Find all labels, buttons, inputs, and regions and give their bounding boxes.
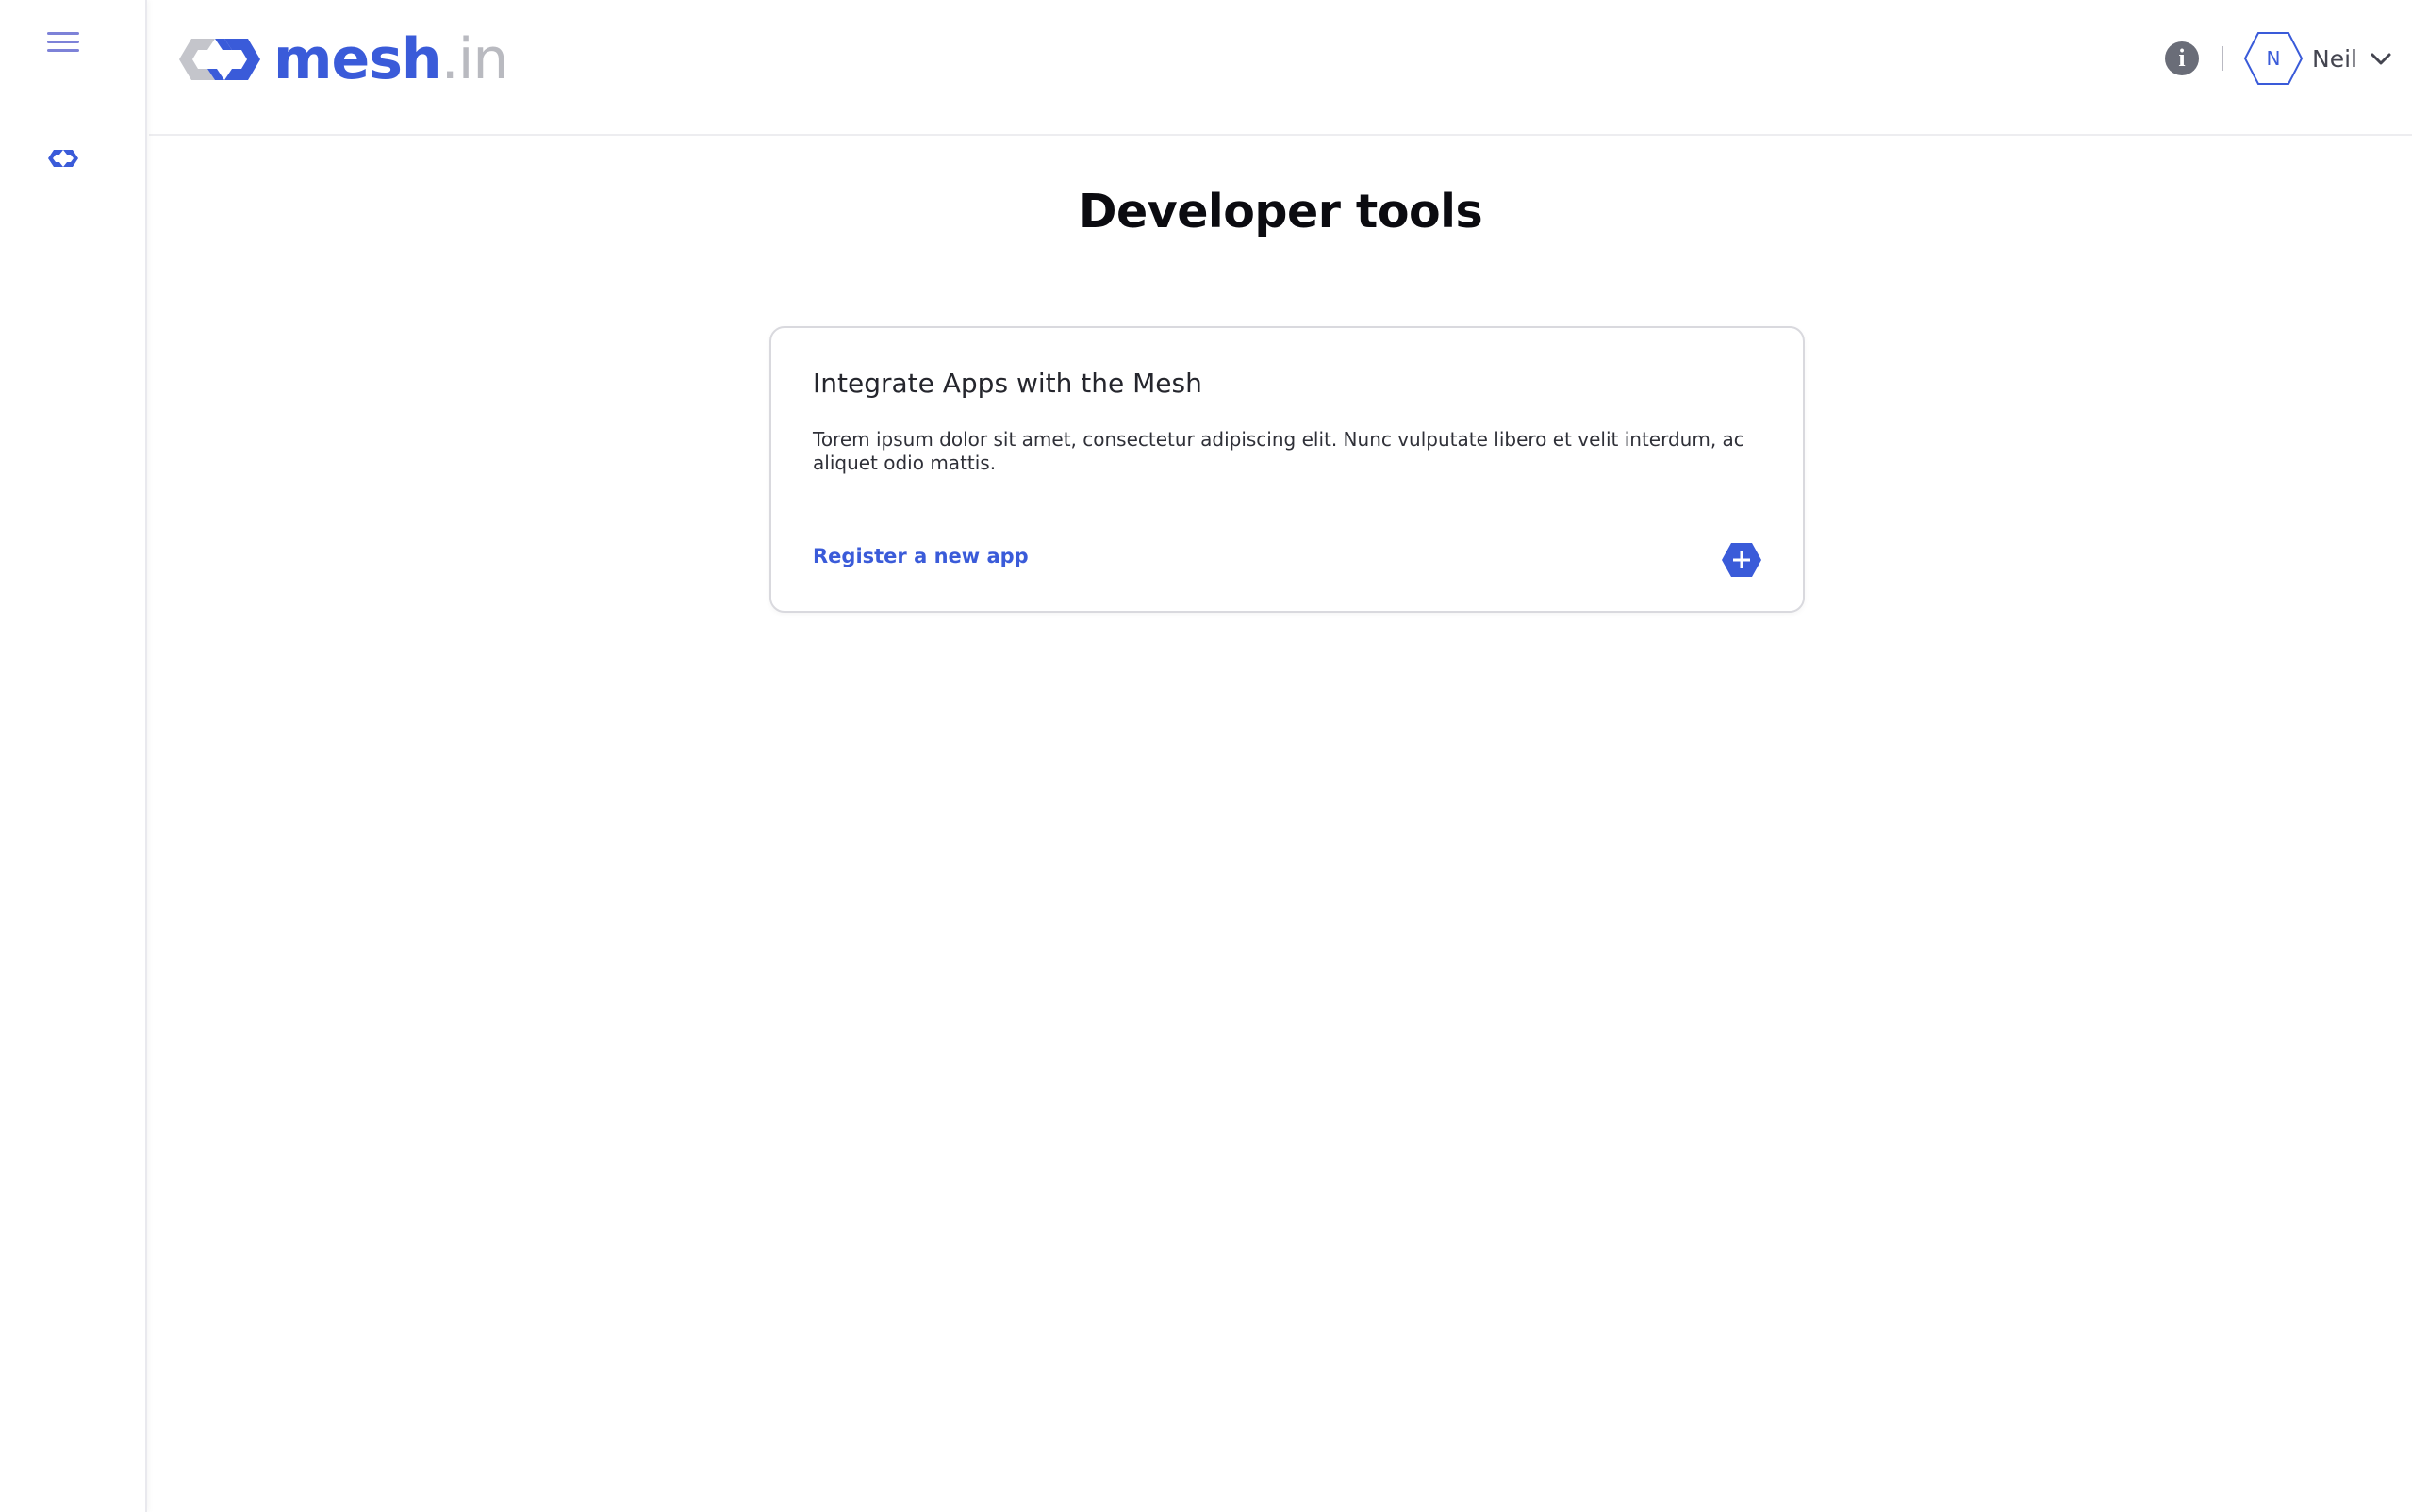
- header-divider: [2222, 46, 2224, 71]
- chevron-down-icon[interactable]: [2369, 49, 2393, 68]
- info-icon-glyph: i: [2178, 44, 2186, 72]
- register-app-link[interactable]: Register a new app: [813, 545, 1029, 567]
- user-name[interactable]: Neil: [2312, 45, 2357, 73]
- logo-wordmark-suffix: .in: [440, 26, 509, 92]
- card-title: Integrate Apps with the Mesh: [813, 368, 1202, 399]
- hamburger-menu-icon[interactable]: [47, 30, 79, 55]
- top-header: mesh.in i N Neil: [149, 0, 2412, 136]
- mesh-logo-icon: [179, 39, 260, 80]
- integrate-apps-card: Integrate Apps with the Mesh Torem ipsum…: [769, 326, 1805, 613]
- side-rail: [0, 0, 147, 1512]
- mesh-link-icon: [48, 150, 78, 167]
- avatar[interactable]: N: [2242, 31, 2305, 86]
- info-icon[interactable]: i: [2165, 41, 2200, 75]
- app-logo[interactable]: mesh.in: [177, 28, 508, 90]
- logo-wordmark: mesh.in: [273, 31, 508, 88]
- logo-wordmark-main: mesh: [273, 26, 442, 92]
- page-title: Developer tools: [1078, 185, 1483, 238]
- sidebar-item-mesh[interactable]: [45, 145, 81, 172]
- avatar-initial: N: [2266, 47, 2281, 70]
- plus-hexagon-icon[interactable]: [1720, 541, 1763, 579]
- header-actions: i N Neil: [2165, 30, 2393, 87]
- card-description: Torem ipsum dolor sit amet, consectetur …: [813, 428, 1744, 474]
